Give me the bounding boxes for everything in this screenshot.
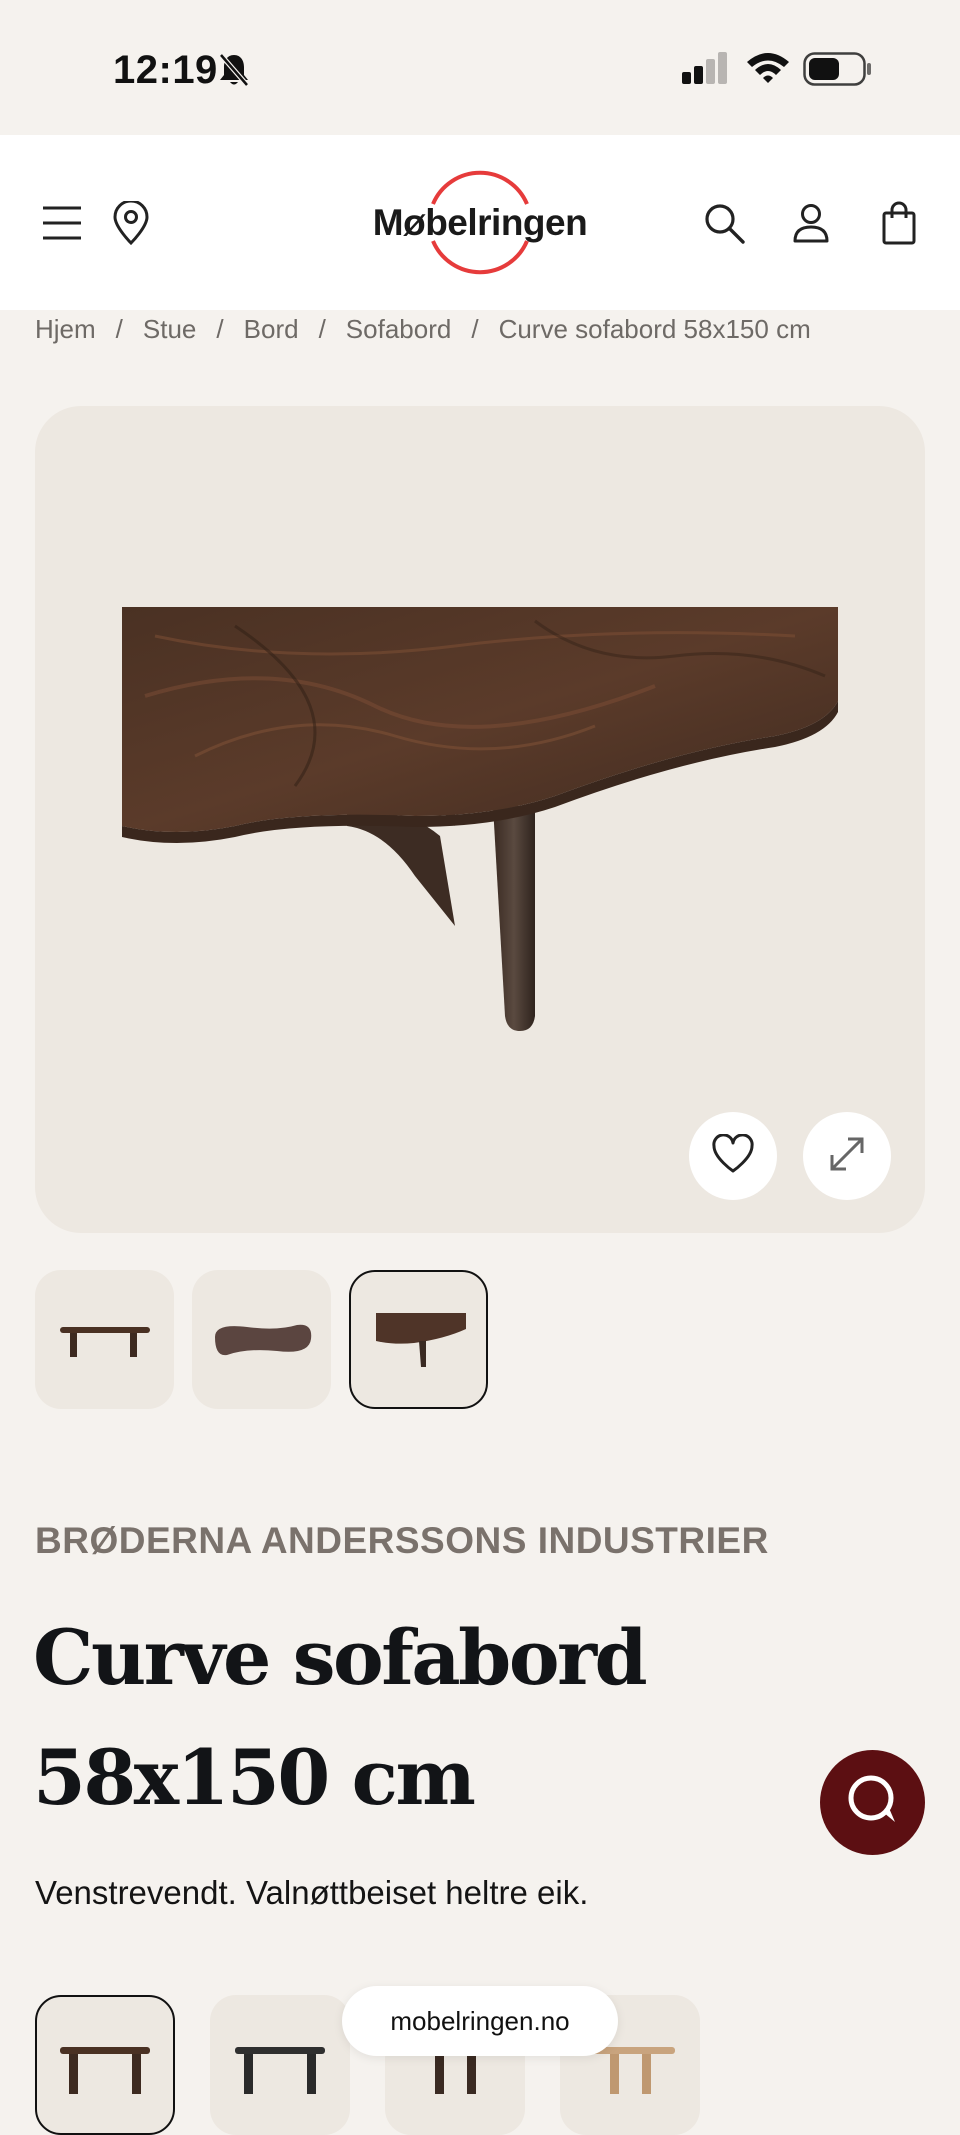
site-header: Møbelringen bbox=[0, 135, 960, 310]
status-bar: 12:19 bbox=[0, 0, 960, 135]
battery-icon bbox=[803, 52, 873, 91]
bell-slash-icon bbox=[218, 52, 250, 93]
user-icon[interactable] bbox=[790, 135, 832, 310]
breadcrumb-item-bord[interactable]: Bord bbox=[244, 314, 299, 345]
chat-bubble-icon bbox=[843, 1770, 903, 1835]
breadcrumb-item-sofabord[interactable]: Sofabord bbox=[346, 314, 452, 345]
chat-button[interactable] bbox=[820, 1750, 925, 1855]
site-logo[interactable]: Møbelringen bbox=[360, 165, 600, 280]
variant-option[interactable] bbox=[210, 1995, 350, 2135]
breadcrumb-item-hjem[interactable]: Hjem bbox=[35, 314, 96, 345]
thumbnail-strip bbox=[35, 1270, 488, 1409]
thumbnail-detail-view[interactable] bbox=[349, 1270, 488, 1409]
product-image-gallery[interactable] bbox=[35, 406, 925, 1233]
product-description: Venstrevendt. Valnøttbeiset heltre eik. bbox=[35, 1874, 589, 1911]
product-title: Curve sofabord 58x150 cm bbox=[33, 1613, 648, 1822]
cellular-signal-icon bbox=[680, 52, 730, 89]
expand-image-button[interactable] bbox=[803, 1112, 891, 1200]
wifi-icon bbox=[745, 50, 791, 89]
browser-url-bar[interactable]: mobelringen.no bbox=[342, 1986, 618, 2056]
breadcrumb-separator: / bbox=[216, 313, 224, 344]
location-pin-icon[interactable] bbox=[110, 135, 152, 310]
breadcrumb-separator: / bbox=[471, 313, 479, 344]
thumbnail-side-view[interactable] bbox=[35, 1270, 174, 1409]
favorite-button[interactable] bbox=[689, 1112, 777, 1200]
url-text: mobelringen.no bbox=[390, 2005, 570, 2036]
heart-icon bbox=[711, 1132, 755, 1179]
product-brand[interactable]: BRØDERNA ANDERSSONS INDUSTRIER bbox=[35, 1520, 769, 1562]
status-time: 12:19 bbox=[113, 48, 218, 92]
logo-text: Møbelringen bbox=[372, 201, 588, 243]
variant-option[interactable] bbox=[35, 1995, 175, 2135]
menu-icon[interactable] bbox=[38, 135, 86, 310]
product-image bbox=[122, 607, 838, 1031]
breadcrumb-item-current: Curve sofabord 58x150 cm bbox=[498, 313, 811, 344]
breadcrumb: Hjem / Stue / Bord / Sofabord / Curve so… bbox=[35, 310, 811, 348]
thumbnail-top-view[interactable] bbox=[192, 1270, 331, 1409]
search-icon[interactable] bbox=[700, 135, 748, 310]
shopping-bag-icon[interactable] bbox=[878, 135, 920, 310]
breadcrumb-separator: / bbox=[318, 313, 326, 344]
expand-icon bbox=[826, 1133, 868, 1180]
breadcrumb-item-stue[interactable]: Stue bbox=[143, 314, 197, 345]
breadcrumb-separator: / bbox=[115, 313, 123, 344]
